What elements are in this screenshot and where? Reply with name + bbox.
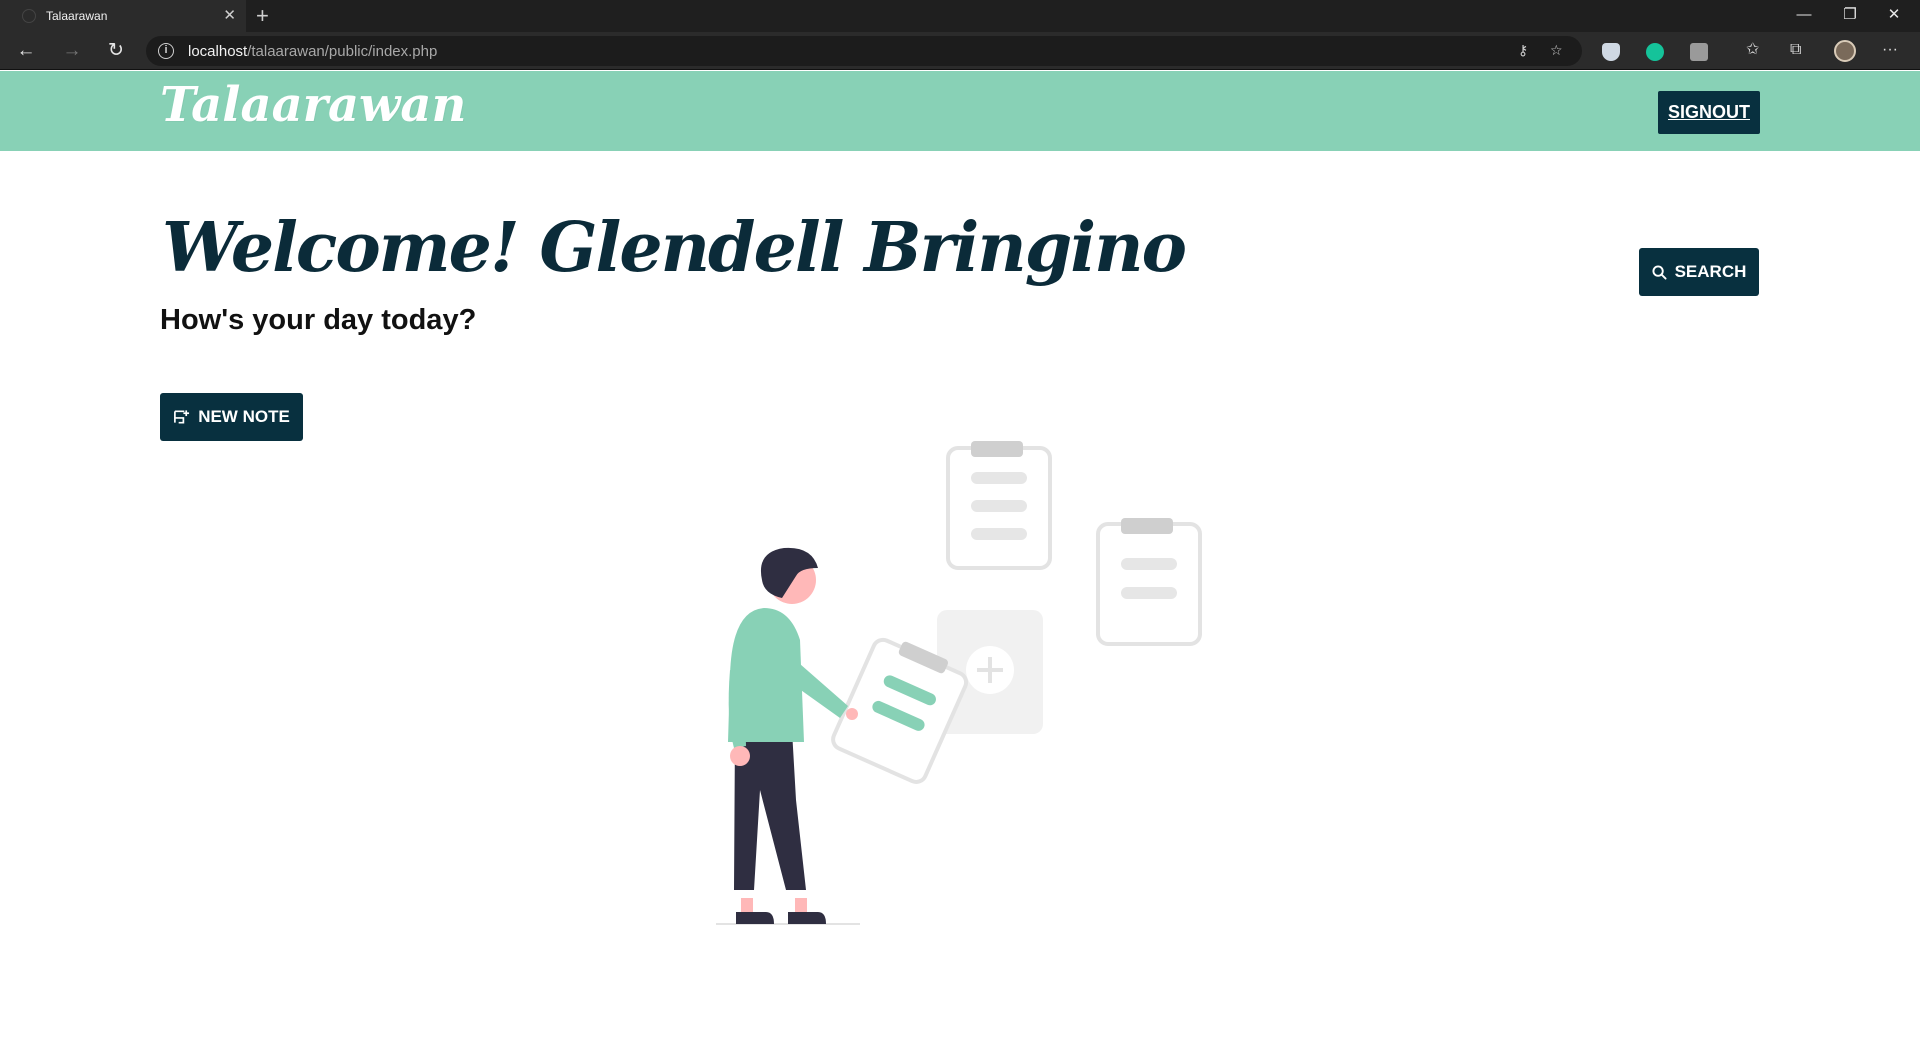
greeting-subtitle: How's your day today? xyxy=(160,304,477,336)
extension-icon[interactable] xyxy=(1690,43,1708,61)
site-info-icon[interactable]: i xyxy=(158,43,174,59)
new-tab-button[interactable]: + xyxy=(256,4,269,28)
refresh-icon[interactable]: ↻ xyxy=(102,38,130,66)
address-bar[interactable]: i localhost/talaarawan/public/index.php … xyxy=(146,36,1582,66)
tab-title: Talaarawan xyxy=(46,9,108,23)
new-note-icon xyxy=(174,410,190,424)
new-note-label: NEW NOTE xyxy=(198,407,290,426)
close-window-icon[interactable]: ✕ xyxy=(1874,4,1914,26)
url-host: localhost xyxy=(188,43,248,60)
restore-icon[interactable]: ❐ xyxy=(1830,4,1870,26)
app-logo[interactable]: Talaarawan xyxy=(160,77,466,133)
page-favicon-icon xyxy=(22,9,36,23)
profile-avatar[interactable] xyxy=(1834,40,1856,62)
clipboard-icon xyxy=(946,441,1052,570)
minimize-icon[interactable]: — xyxy=(1784,4,1824,26)
browser-tab[interactable]: Talaarawan ✕ xyxy=(0,0,246,32)
welcome-heading: Welcome! Glendell Bringino xyxy=(162,208,1187,288)
clipboard-icon xyxy=(1096,518,1202,646)
empty-notes-illustration xyxy=(716,441,1202,925)
browser-toolbar: ← → ↻ i localhost/talaarawan/public/inde… xyxy=(0,32,1920,70)
add-favorite-icon[interactable]: ☆ xyxy=(1550,42,1563,59)
favorites-icon[interactable]: ✩ xyxy=(1746,40,1759,60)
back-icon[interactable]: ← xyxy=(12,38,40,66)
app-header: Talaarawan SIGNOUT xyxy=(0,71,1920,151)
browser-tab-bar: Talaarawan ✕ + — ❐ ✕ xyxy=(0,0,1920,32)
collections-icon[interactable]: ⧉ xyxy=(1790,40,1801,60)
more-menu-icon[interactable]: ··· xyxy=(1882,40,1898,60)
search-label: SEARCH xyxy=(1674,262,1747,281)
new-note-button[interactable]: NEW NOTE xyxy=(160,393,303,441)
grammarly-extension-icon[interactable] xyxy=(1646,43,1664,61)
url-path: /talaarawan/public/index.php xyxy=(247,43,438,60)
key-icon[interactable]: ⚷ xyxy=(1518,42,1528,59)
signout-button[interactable]: SIGNOUT xyxy=(1658,91,1760,134)
search-icon xyxy=(1652,264,1667,280)
close-tab-icon[interactable]: ✕ xyxy=(223,7,236,25)
url-text[interactable]: localhost/talaarawan/public/index.php xyxy=(188,43,437,60)
shield-extension-icon[interactable] xyxy=(1602,43,1620,61)
forward-icon[interactable]: → xyxy=(58,38,86,66)
search-button[interactable]: SEARCH xyxy=(1639,248,1759,296)
